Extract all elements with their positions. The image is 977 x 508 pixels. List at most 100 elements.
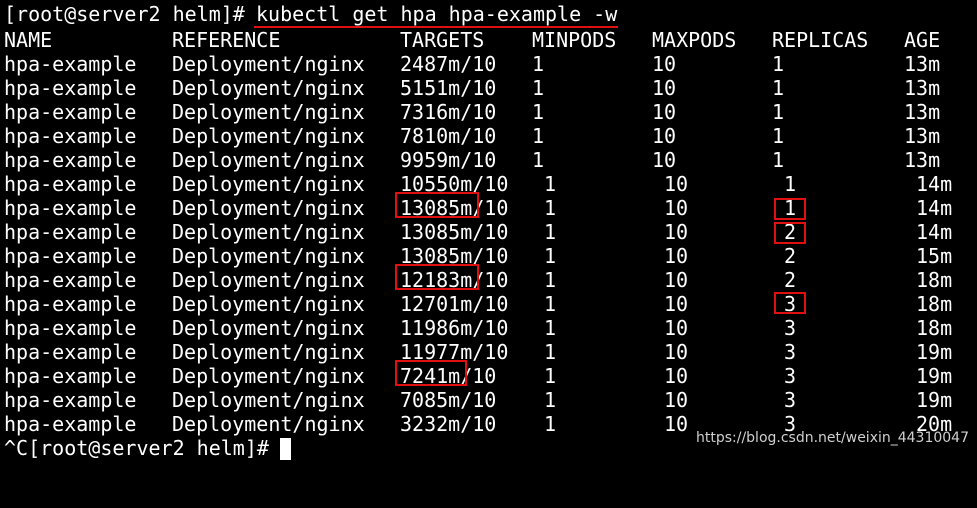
cell-targets: 11977m/10 xyxy=(400,340,509,364)
cell-age: 18m xyxy=(916,268,953,292)
cell-reference: Deployment/nginx xyxy=(172,148,365,172)
cell-age: 14m xyxy=(916,196,953,220)
cell-replicas: 1 xyxy=(784,196,797,220)
shell-prompt: [root@server2 helm]# xyxy=(4,2,257,26)
cell-minpods: 1 xyxy=(544,244,557,268)
final-prompt-line[interactable]: ^C[root@server2 helm]# xyxy=(4,436,269,460)
cell-maxpods: 10 xyxy=(664,292,689,316)
cell-name: hpa-example xyxy=(4,412,137,436)
cell-reference: Deployment/nginx xyxy=(172,268,365,292)
cell-maxpods: 10 xyxy=(664,412,689,436)
header-name: NAME xyxy=(4,28,53,52)
cell-minpods: 1 xyxy=(532,124,545,148)
cell-minpods: 1 xyxy=(532,76,545,100)
cell-reference: Deployment/nginx xyxy=(172,76,365,100)
cell-replicas: 1 xyxy=(772,76,785,100)
cell-name: hpa-example xyxy=(4,244,137,268)
cell-maxpods: 10 xyxy=(664,172,689,196)
cell-minpods: 1 xyxy=(544,388,557,412)
header-targets: TARGETS xyxy=(400,28,485,52)
cell-replicas: 3 xyxy=(784,292,797,316)
cell-targets: 7241m/10 xyxy=(400,364,497,388)
cell-maxpods: 10 xyxy=(664,244,689,268)
cell-minpods: 1 xyxy=(544,220,557,244)
cell-age: 13m xyxy=(904,124,941,148)
cell-targets: 13085m/10 xyxy=(400,244,509,268)
cell-minpods: 1 xyxy=(544,196,557,220)
cell-replicas: 3 xyxy=(784,364,797,388)
cell-replicas: 1 xyxy=(772,100,785,124)
cell-targets: 12183m/10 xyxy=(400,268,509,292)
cell-minpods: 1 xyxy=(544,340,557,364)
cell-name: hpa-example xyxy=(4,148,137,172)
final-prompt: ^C[root@server2 helm]# xyxy=(4,436,281,460)
cell-targets: 13085m/10 xyxy=(400,220,509,244)
cell-targets: 5151m/10 xyxy=(400,76,497,100)
cell-targets: 10550m/10 xyxy=(400,172,509,196)
cell-age: 13m xyxy=(904,148,941,172)
cell-name: hpa-example xyxy=(4,124,137,148)
cell-name: hpa-example xyxy=(4,100,137,124)
cell-name: hpa-example xyxy=(4,76,137,100)
cell-minpods: 1 xyxy=(532,100,545,124)
header-reference: REFERENCE xyxy=(172,28,281,52)
cell-minpods: 1 xyxy=(544,268,557,292)
cell-replicas: 3 xyxy=(784,316,797,340)
cell-age: 19m xyxy=(916,388,953,412)
cell-maxpods: 10 xyxy=(652,52,677,76)
cell-replicas: 2 xyxy=(784,268,797,292)
cell-minpods: 1 xyxy=(532,148,545,172)
cell-minpods: 1 xyxy=(544,292,557,316)
command-text: kubectl get hpa hpa-example -w xyxy=(256,2,618,26)
cell-age: 15m xyxy=(916,244,953,268)
cell-targets: 7316m/10 xyxy=(400,100,497,124)
cell-minpods: 1 xyxy=(532,52,545,76)
cell-targets: 7085m/10 xyxy=(400,388,497,412)
cell-name: hpa-example xyxy=(4,292,137,316)
cell-replicas: 2 xyxy=(784,244,797,268)
cell-name: hpa-example xyxy=(4,196,137,220)
cell-maxpods: 10 xyxy=(652,100,677,124)
cell-replicas: 3 xyxy=(784,388,797,412)
cell-minpods: 1 xyxy=(544,412,557,436)
cell-reference: Deployment/nginx xyxy=(172,52,365,76)
cell-reference: Deployment/nginx xyxy=(172,340,365,364)
cell-minpods: 1 xyxy=(544,364,557,388)
cell-replicas: 1 xyxy=(772,52,785,76)
cell-reference: Deployment/nginx xyxy=(172,364,365,388)
cell-age: 13m xyxy=(904,52,941,76)
cell-age: 14m xyxy=(916,220,953,244)
header-maxpods: MAXPODS xyxy=(652,28,737,52)
cell-reference: Deployment/nginx xyxy=(172,412,365,436)
cell-reference: Deployment/nginx xyxy=(172,244,365,268)
cell-minpods: 1 xyxy=(544,316,557,340)
cell-targets: 12701m/10 xyxy=(400,292,509,316)
header-minpods: MINPODS xyxy=(532,28,617,52)
cell-targets: 3232m/10 xyxy=(400,412,497,436)
cell-age: 19m xyxy=(916,340,953,364)
watermark-text: https://blog.csdn.net/weixin_44310047 xyxy=(695,430,969,446)
cell-name: hpa-example xyxy=(4,52,137,76)
cell-reference: Deployment/nginx xyxy=(172,196,365,220)
cell-maxpods: 10 xyxy=(652,148,677,172)
cell-age: 19m xyxy=(916,364,953,388)
cell-targets: 9959m/10 xyxy=(400,148,497,172)
cell-targets: 13085m/10 xyxy=(400,196,509,220)
cell-maxpods: 10 xyxy=(664,220,689,244)
cell-name: hpa-example xyxy=(4,268,137,292)
cell-targets: 2487m/10 xyxy=(400,52,497,76)
terminal-cursor xyxy=(280,438,291,460)
cell-age: 14m xyxy=(916,172,953,196)
cell-maxpods: 10 xyxy=(652,76,677,100)
cell-age: 13m xyxy=(904,76,941,100)
cell-replicas: 1 xyxy=(784,172,797,196)
cell-reference: Deployment/nginx xyxy=(172,124,365,148)
cell-reference: Deployment/nginx xyxy=(172,220,365,244)
cell-maxpods: 10 xyxy=(664,196,689,220)
cell-name: hpa-example xyxy=(4,220,137,244)
header-replicas: REPLICAS xyxy=(772,28,869,52)
cell-replicas: 1 xyxy=(772,124,785,148)
table-header: NAME REFERENCE TARGETS MINPODS MAXPODS R… xyxy=(4,28,940,52)
cell-replicas: 3 xyxy=(784,340,797,364)
cell-reference: Deployment/nginx xyxy=(172,100,365,124)
